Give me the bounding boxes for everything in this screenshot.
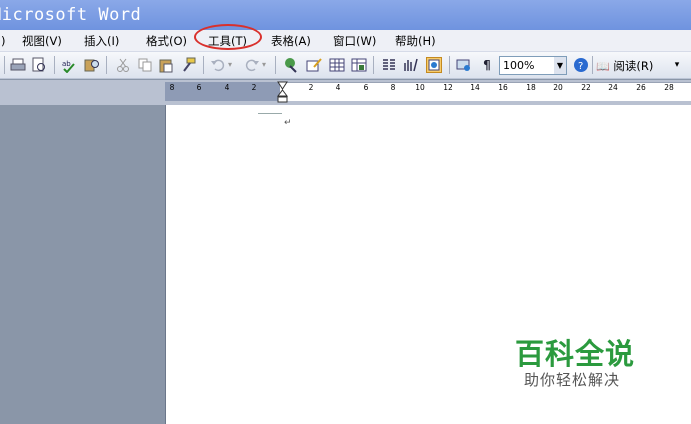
cut-icon[interactable] [115,57,131,73]
menu-item-window[interactable]: 窗口(W) [333,34,376,48]
read-icon: 📖 [596,60,610,73]
spelling-icon[interactable]: ab [61,57,77,74]
paragraph-marks-icon[interactable]: ¶ [479,57,495,73]
watermark-subtitle: 助你轻松解决 [524,371,621,389]
read-button[interactable]: 📖 阅读(R) [596,58,653,74]
ruler-number: 8 [390,83,396,92]
page-corner-mark [258,106,282,114]
ruler-number: 2 [308,83,314,92]
menu-item-format[interactable]: 格式(O) [146,34,187,48]
ruler-number: 22 [581,83,591,92]
ruler-number: 28 [664,83,674,92]
toolbar-separator [373,56,374,74]
menu-bar: ) 视图(V) 插入(I) 格式(O) 工具(T) 表格(A) 窗口(W) 帮助… [0,30,691,52]
columns-icon[interactable] [381,57,397,73]
show-hide-icon[interactable] [456,57,472,73]
watermark-title: 百科全说 [515,337,636,371]
copy-icon[interactable] [137,57,153,73]
toolbar-separator [54,56,55,74]
ruler-number: 16 [498,83,508,92]
print-icon[interactable] [10,57,26,73]
insert-table-icon[interactable] [329,57,345,73]
drawing-icon[interactable] [403,57,419,73]
ruler-number: 8 [169,83,175,92]
ruler-number: 6 [196,83,202,92]
redo-dropdown-icon[interactable]: ▾ [260,57,268,73]
research-icon[interactable] [84,57,100,73]
help-icon[interactable]: ? [573,57,589,73]
svg-text:?: ? [578,61,583,72]
zoom-value: 100% [503,59,535,72]
toolbar-separator [592,56,593,74]
workspace-background [0,105,165,424]
toolbar-separator [4,56,5,74]
menu-item-help[interactable]: 帮助(H) [395,34,436,48]
title-bar: Microsoft Word [0,0,691,30]
indent-marker-icon[interactable] [277,81,288,103]
undo-icon[interactable] [210,57,226,73]
print-preview-icon[interactable] [31,57,47,73]
tables-borders-icon[interactable] [306,57,322,73]
menu-item-partial[interactable]: ) [1,34,6,48]
toolbar-separator [106,56,107,74]
window-title: Microsoft Word [0,5,142,25]
menu-item-table[interactable]: 表格(A) [271,34,311,48]
toolbar-options-icon[interactable]: ▾ [673,57,681,73]
read-label: 阅读(R) [613,59,654,73]
zoom-select[interactable]: 100% ▼ [499,56,567,75]
ruler-number: 10 [415,83,425,92]
undo-dropdown-icon[interactable]: ▾ [226,57,234,73]
ruler-number: 18 [526,83,536,92]
paragraph-mark: ↵ [284,118,292,128]
ruler-number: 26 [636,83,646,92]
ruler-number: 4 [335,83,341,92]
chevron-down-icon[interactable]: ▼ [554,57,566,74]
redo-icon[interactable] [244,57,260,73]
toolbar-separator [275,56,276,74]
ruler-number: 6 [363,83,369,92]
standard-toolbar: ab ▾ ▾ ¶ 100% ▼ ? 📖 阅读(R) ▾ [0,52,691,79]
toolbar-separator [449,56,450,74]
hyperlink-icon[interactable] [284,57,300,73]
toolbar-separator [203,56,204,74]
ruler-margin-left [165,82,280,101]
ruler-number: 24 [608,83,618,92]
ruler-number: 20 [553,83,563,92]
highlight-circle [194,24,262,50]
menu-item-insert[interactable]: 插入(I) [84,34,119,48]
document-map-icon[interactable] [426,57,442,73]
ruler-number: 12 [443,83,453,92]
insert-excel-icon[interactable] [351,57,367,73]
paste-icon[interactable] [158,57,174,73]
ruler-number: 14 [470,83,480,92]
ruler-number: 4 [224,83,230,92]
ruler-number: 2 [251,83,257,92]
format-painter-icon[interactable] [180,57,196,73]
menu-item-view[interactable]: 视图(V) [22,34,62,48]
svg-text:ab: ab [62,60,71,68]
